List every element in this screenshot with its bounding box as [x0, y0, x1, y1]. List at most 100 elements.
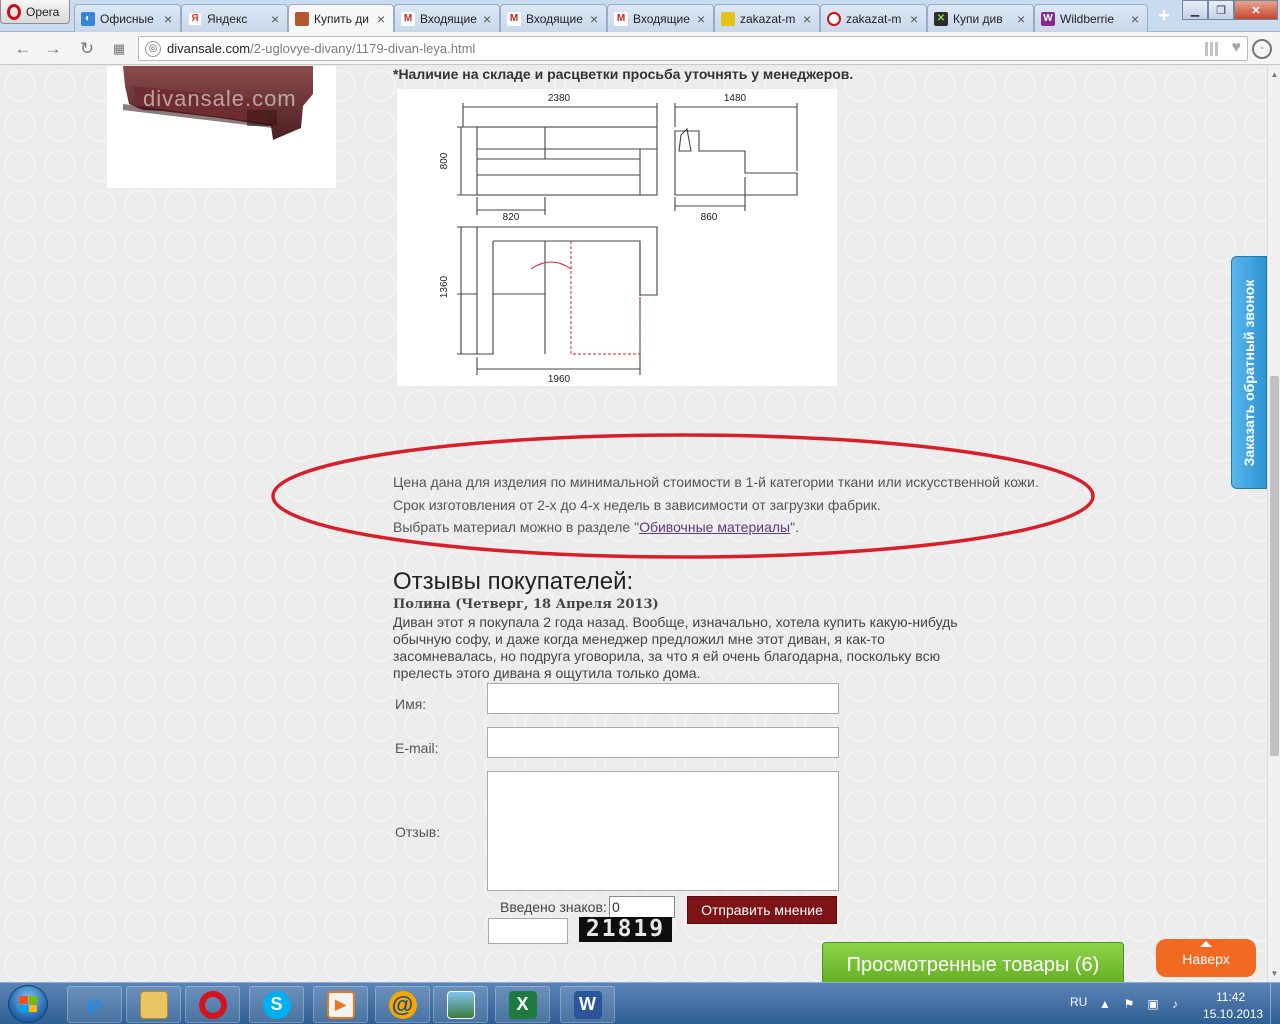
tab-zakazat-2[interactable]: zakazat-m ×	[820, 4, 927, 32]
tab-label: Купить ди	[314, 12, 369, 26]
language-indicator[interactable]: RU	[1070, 995, 1087, 1009]
back-to-top-label: Наверх	[1182, 951, 1230, 967]
windows-taskbar: e S ▶ @ X W RU ▲ ⚑ ▣ ♪ 11:42 15.10.2013	[0, 982, 1280, 1024]
opera-logo-icon	[7, 3, 21, 20]
gmail-icon: M	[401, 11, 415, 26]
tab-label: zakazat-m	[740, 11, 796, 26]
captcha-input[interactable]	[488, 918, 568, 944]
speed-dial-grid-icon[interactable]: ▦	[108, 38, 130, 60]
windows-logo-icon	[19, 996, 37, 1012]
tab-inbox-2[interactable]: M Входящие ×	[500, 4, 607, 32]
close-window-icon[interactable]: ✕	[1234, 0, 1278, 20]
word-icon[interactable]: W	[560, 986, 615, 1023]
dim-corner-width: 1960	[548, 374, 571, 385]
captcha-image: 21819	[579, 917, 672, 942]
clock-time[interactable]: 11:42	[1216, 990, 1245, 1004]
tab-label: Яндекс	[207, 11, 248, 26]
reload-icon[interactable]: ↻	[76, 38, 98, 60]
tab-zakazat-1[interactable]: zakazat-m ×	[714, 4, 820, 32]
skype-icon[interactable]: S	[249, 986, 304, 1023]
kupi-divan-icon: ✕	[934, 11, 948, 26]
tab-label: Офисные	[100, 11, 154, 26]
tab-kupi-divan[interactable]: ✕ Купи див ×	[927, 4, 1034, 32]
sofa-dimensions-diagram: 2380 1480 800 820 860 1360 1960	[397, 89, 837, 386]
bookmark-bars-icon[interactable]	[1205, 42, 1219, 56]
heart-icon[interactable]: ♥	[1232, 39, 1242, 57]
file-explorer-icon[interactable]	[126, 986, 181, 1023]
watermark-text: divansale.com	[143, 86, 297, 111]
excel-icon[interactable]: X	[495, 986, 550, 1023]
dim-side-width: 1480	[724, 93, 747, 104]
submit-review-button[interactable]: Отправить мнение	[687, 896, 837, 924]
scroll-down-arrow-icon[interactable]: ▼	[1270, 969, 1279, 978]
email-input[interactable]	[487, 727, 839, 758]
close-tab-icon[interactable]: ×	[271, 11, 281, 27]
vertical-scrollbar[interactable]: ▲ ▼	[1267, 66, 1280, 982]
tab-yandex[interactable]: Я Яндекс ×	[181, 4, 288, 32]
show-desktop-button[interactable]	[1270, 983, 1280, 1024]
back-arrow-icon[interactable]: ←	[12, 38, 34, 60]
scroll-up-arrow-icon[interactable]: ▲	[1270, 70, 1279, 79]
back-to-top-button[interactable]: Наверх	[1156, 939, 1256, 977]
review-textarea[interactable]	[487, 771, 839, 891]
url-field[interactable]: ◎ divansale.com/2-uglovye-divany/1179-di…	[138, 36, 1248, 61]
tab-divansale[interactable]: Купить ди ×	[288, 4, 394, 33]
restore-window-icon[interactable]: ❐	[1208, 0, 1234, 20]
tab-wildberries[interactable]: W Wildberrie ×	[1034, 4, 1148, 32]
start-button[interactable]	[8, 985, 48, 1023]
close-tab-icon[interactable]: ×	[377, 11, 387, 27]
close-tab-icon[interactable]: ×	[803, 11, 813, 27]
close-tab-icon[interactable]: ×	[910, 11, 920, 27]
internet-explorer-icon[interactable]: e	[67, 986, 122, 1023]
order-callback-label: Заказать обратный звонок	[1241, 279, 1257, 466]
zakazat-icon	[721, 11, 735, 26]
email-label: E-mail:	[395, 740, 439, 756]
sofa-favicon-icon	[295, 12, 309, 26]
scrollbar-thumb[interactable]	[1270, 376, 1279, 756]
reviews-title: Отзывы покупателей:	[393, 568, 634, 595]
close-tab-icon[interactable]: ×	[590, 11, 600, 27]
name-input[interactable]	[487, 683, 839, 714]
opera-menu-label: Opera	[26, 4, 60, 19]
close-tab-icon[interactable]: ×	[1017, 11, 1027, 27]
opera-icon[interactable]	[185, 986, 240, 1023]
new-tab-plus-icon[interactable]: +	[1154, 6, 1174, 26]
minimize-window-icon[interactable]: ▁	[1182, 0, 1208, 20]
photo-viewer-icon[interactable]	[433, 986, 488, 1023]
tab-label: Входящие	[633, 11, 690, 26]
chars-counter-field: 0	[609, 896, 675, 918]
review-author: Полина (Четверг, 18 Апреля 2013)	[393, 597, 659, 612]
browser-tab-bar: Opera ◐ Офисные × Я Яндекс × Купить ди ×…	[0, 0, 1280, 33]
tab-label: Wildberrie	[1060, 11, 1115, 26]
tab-inbox-3[interactable]: M Входящие ×	[607, 4, 714, 32]
office-tab-icon: ◐	[81, 11, 95, 26]
clock-date[interactable]: 15.10.2013	[1203, 1007, 1263, 1021]
material-note-suffix: ".	[790, 519, 799, 535]
page-viewport: divansale.com *Наличие на складе и расцв…	[0, 66, 1267, 982]
forward-arrow-icon[interactable]: →	[42, 38, 64, 60]
tab-label: Купи див	[953, 11, 1003, 26]
order-callback-tab[interactable]: Заказать обратный звонок	[1231, 256, 1267, 489]
gmail-icon: M	[507, 11, 521, 26]
close-tab-icon[interactable]: ×	[1131, 11, 1141, 27]
opera-menu-button[interactable]: Opera	[0, 0, 70, 24]
media-player-icon[interactable]: ▶	[313, 986, 368, 1023]
site-info-icon[interactable]: ◎	[145, 41, 161, 57]
upholstery-materials-link[interactable]: Обивочные материалы	[639, 519, 790, 535]
network-icon[interactable]: ▣	[1146, 997, 1160, 1011]
production-time-note: Срок изготовления от 2-х до 4-х недель в…	[393, 496, 881, 513]
close-tab-icon[interactable]: ×	[483, 11, 493, 27]
tab-inbox-1[interactable]: M Входящие ×	[394, 4, 500, 32]
close-tab-icon[interactable]: ×	[697, 11, 707, 27]
wildberries-icon: W	[1041, 11, 1055, 26]
viewed-products-button[interactable]: Просмотренные товары (6)	[822, 942, 1124, 982]
material-note-prefix: Выбрать материал можно в разделе "	[393, 519, 640, 535]
show-hidden-icons-icon[interactable]: ▲	[1098, 997, 1112, 1011]
tab-office[interactable]: ◐ Офисные ×	[74, 4, 181, 32]
mail-agent-icon[interactable]: @	[375, 986, 430, 1023]
browser-menu-icon[interactable]: ◦	[1252, 39, 1272, 59]
close-tab-icon[interactable]: ×	[164, 11, 174, 27]
action-center-icon[interactable]: ⚑	[1122, 997, 1136, 1011]
url-host: divansale.com	[167, 41, 251, 56]
volume-icon[interactable]: ♪	[1168, 997, 1182, 1011]
